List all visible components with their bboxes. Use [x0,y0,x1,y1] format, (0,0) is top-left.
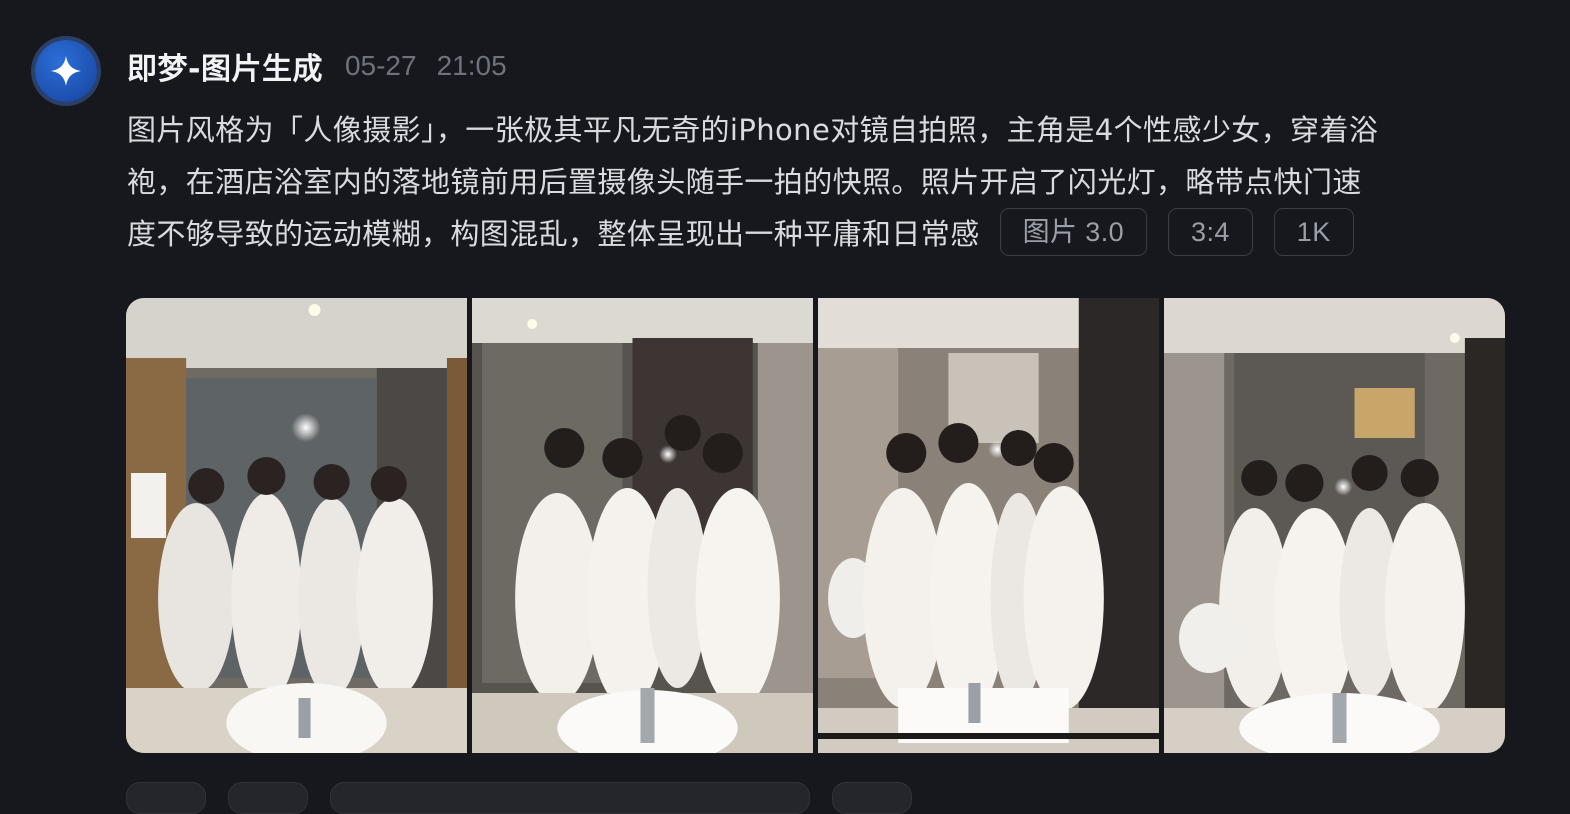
sender-name[interactable]: 即梦-图片生成 [127,44,323,88]
photo-illustration [126,298,467,753]
message-time: 21:05 [436,50,507,81]
model-version-tag[interactable]: 图片 3.0 [999,208,1148,256]
aspect-ratio-tag[interactable]: 3:4 [1168,208,1253,256]
parameter-tags: 图片 3.0 3:4 1K [999,208,1354,256]
message-date: 05-27 [344,50,417,81]
action-button[interactable] [126,782,206,814]
chat-message: 即梦-图片生成 05-27 21:05 图片风格为「人像摄影」，一张极其平凡无奇… [0,0,1570,814]
prompt-text: 图片风格为「人像摄影」，一张极其平凡无奇的iPhone对镜自拍照，主角是4个性感… [127,104,1517,260]
photo-illustration [472,298,813,753]
action-bar [126,782,912,814]
message-header: 即梦-图片生成 05-27 21:05 [127,44,507,88]
generated-image-2[interactable] [472,298,813,753]
prompt-line: 度不够导致的运动模糊，构图混乱，整体呈现出一种平庸和日常感 [127,217,980,251]
sparkle-icon [51,56,81,86]
action-button[interactable] [832,782,912,814]
generated-image-3[interactable] [818,298,1159,753]
prompt-line-last: 度不够导致的运动模糊，构图混乱，整体呈现出一种平庸和日常感 图片 3.0 3:4… [127,208,1517,260]
generated-image-4[interactable] [1164,298,1505,753]
prompt-line: 图片风格为「人像摄影」，一张极其平凡无奇的iPhone对镜自拍照，主角是4个性感… [127,113,1379,147]
action-button[interactable] [330,782,810,814]
prompt-line: 袍，在酒店浴室内的落地镜前用后置摄像头随手一拍的快照。照片开启了闪光灯，略带点快… [127,165,1362,199]
bot-avatar[interactable] [35,40,97,102]
photo-illustration [818,298,1159,753]
action-button[interactable] [228,782,308,814]
resolution-tag[interactable]: 1K [1273,208,1354,256]
photo-illustration [1164,298,1505,753]
image-gallery [126,298,1505,753]
generated-image-1[interactable] [126,298,467,753]
